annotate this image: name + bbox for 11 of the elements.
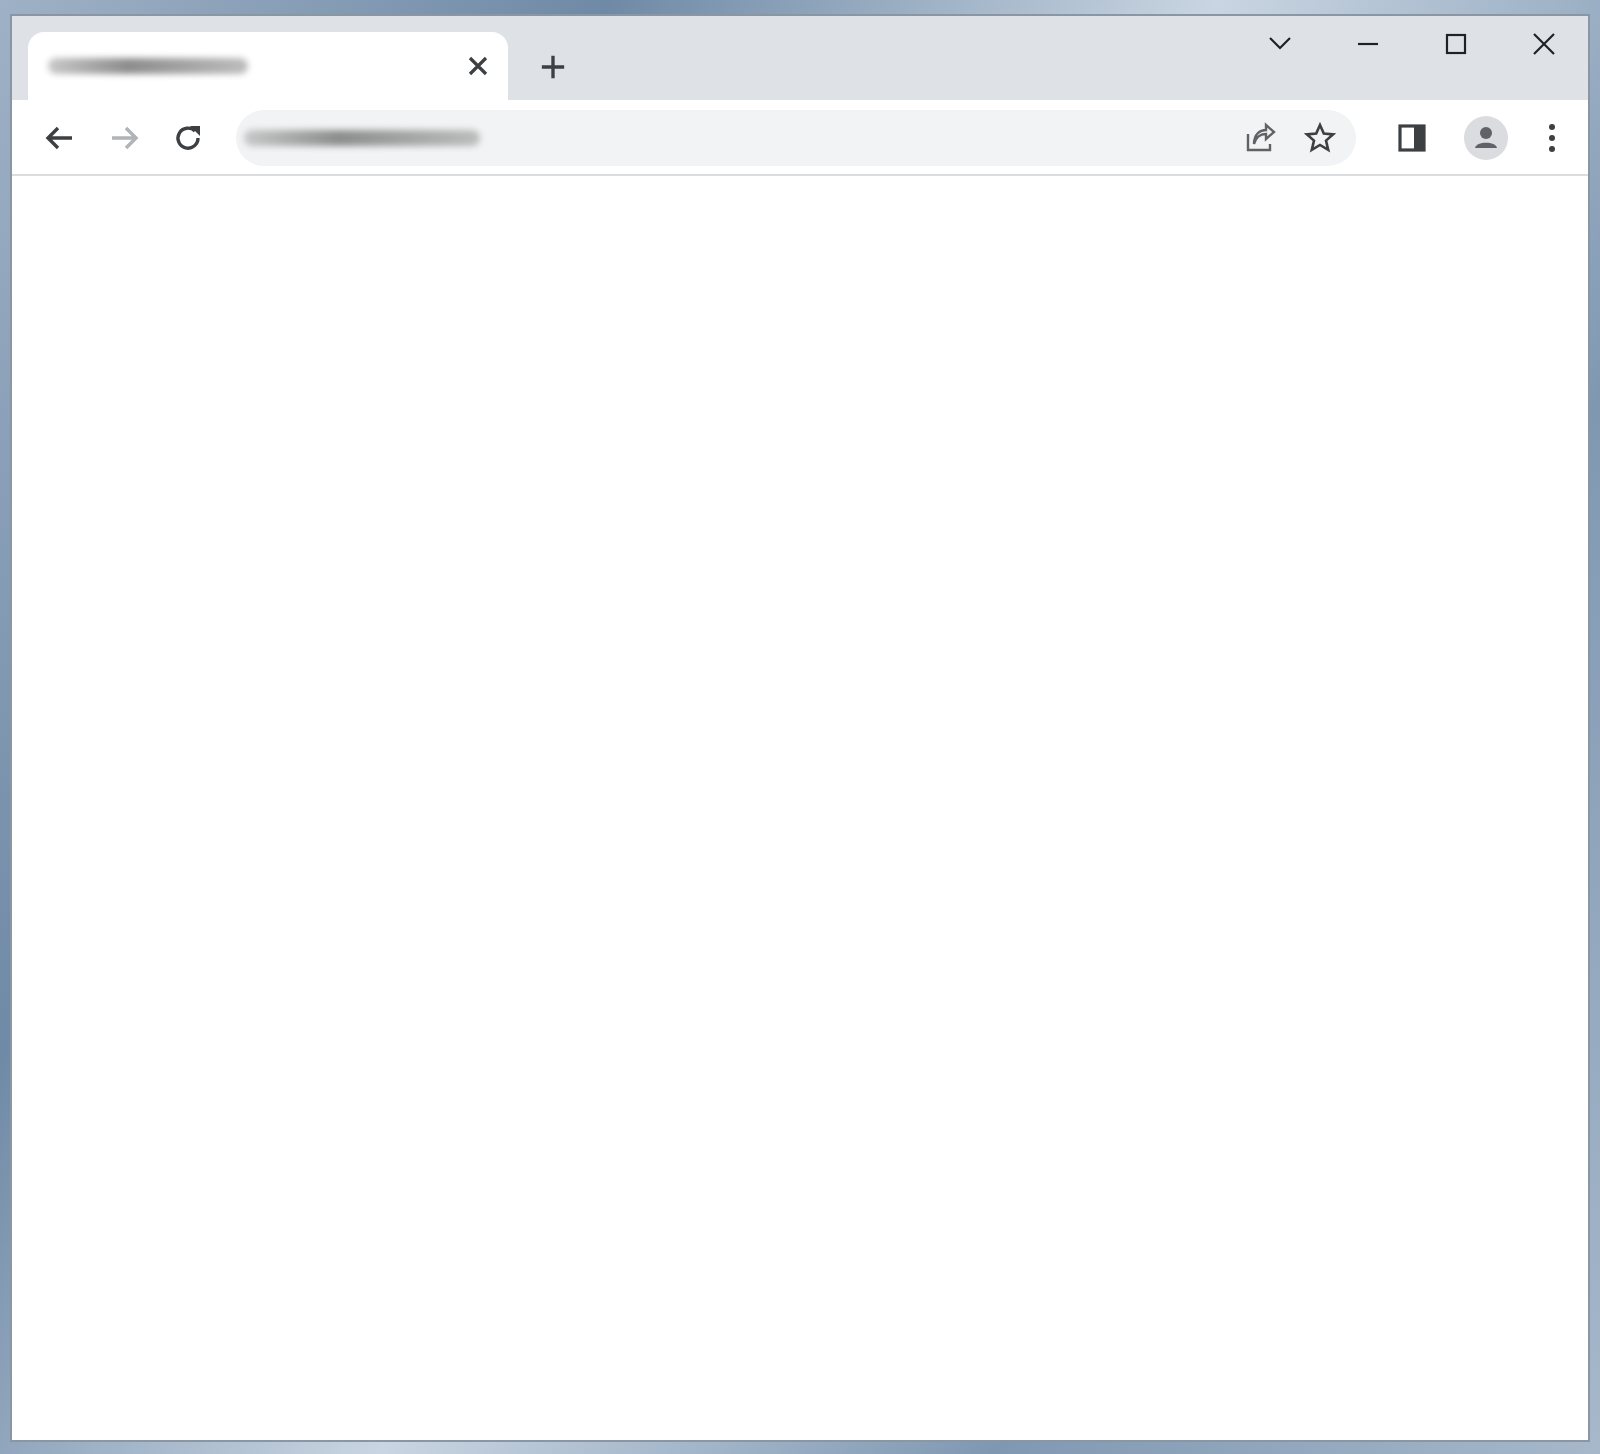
side-panel-icon[interactable] xyxy=(1396,121,1428,153)
close-icon[interactable] xyxy=(468,56,488,76)
menu-icon[interactable] xyxy=(1548,121,1556,153)
reload-icon[interactable] xyxy=(172,121,204,153)
new-tab-plus-icon[interactable] xyxy=(540,54,566,80)
close-icon[interactable] xyxy=(1530,30,1558,58)
profile-avatar-icon[interactable] xyxy=(1464,115,1508,159)
maximize-icon[interactable] xyxy=(1442,30,1470,58)
back-arrow-icon[interactable] xyxy=(44,121,76,153)
star-icon[interactable] xyxy=(1304,121,1336,153)
share-icon[interactable] xyxy=(1244,121,1276,153)
